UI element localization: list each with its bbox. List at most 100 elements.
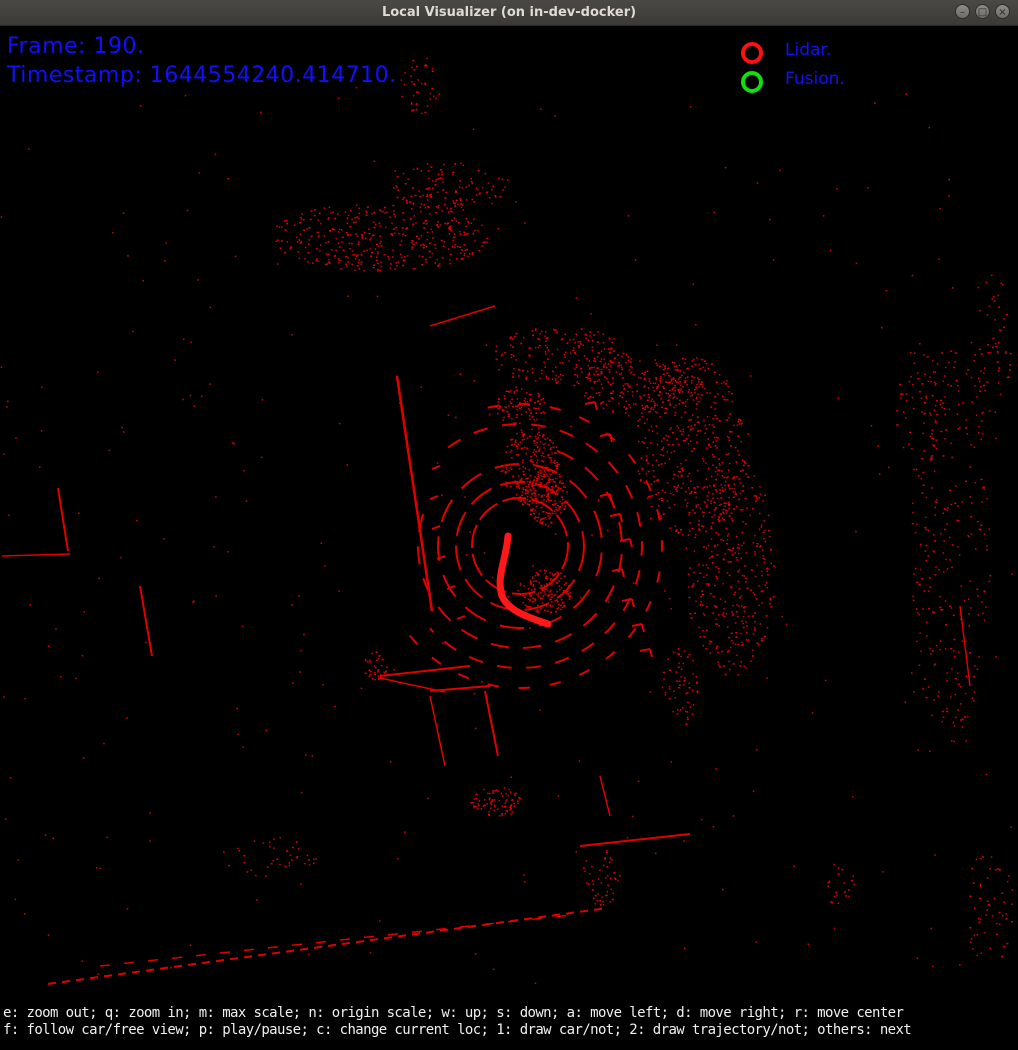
lidar-point (698, 529, 701, 531)
lidar-scene[interactable] (0, 26, 1018, 1050)
lidar-point (831, 901, 833, 904)
lidar-point (431, 70, 434, 72)
lidar-point (470, 802, 473, 804)
lidar-point (932, 438, 935, 440)
lidar-point (687, 716, 689, 719)
lidar-point (483, 799, 486, 801)
lidar-point (516, 445, 519, 447)
lidar-point (736, 559, 739, 561)
lidar-point (526, 447, 529, 450)
lidar-point (562, 482, 564, 485)
lidar-point (559, 501, 561, 503)
lidar-point (1006, 880, 1009, 883)
lidar-point (760, 545, 762, 547)
lidar-point (675, 365, 678, 367)
lidar-point (716, 645, 719, 648)
lidar-point (550, 499, 553, 502)
lidar-point (948, 536, 951, 539)
lidar-point (426, 238, 428, 241)
lidar-point (540, 597, 543, 599)
lidar-segment (369, 938, 379, 942)
lidar-point (477, 229, 479, 232)
lidar-point (361, 237, 364, 239)
lidar-point (469, 531, 471, 533)
lidar-point (976, 396, 978, 398)
lidar-point (955, 716, 957, 719)
lidar-point (189, 944, 192, 946)
lidar-point (534, 495, 537, 497)
lidar-point (916, 640, 918, 643)
lidar-point (378, 222, 381, 225)
lidar-point (535, 505, 538, 507)
lidar-point (709, 485, 711, 487)
lidar-point (693, 571, 695, 574)
lidar-point (458, 246, 461, 248)
lidar-point (338, 97, 340, 100)
lidar-point (529, 481, 531, 483)
lidar-point (706, 392, 708, 394)
lidar-point (912, 595, 914, 598)
lidar-point (426, 194, 429, 196)
lidar-point (761, 639, 763, 642)
lidar-point (353, 254, 356, 256)
lidar-point (531, 589, 533, 591)
lidar-point (684, 491, 687, 493)
lidar-point (404, 255, 406, 258)
lidar-point (475, 805, 477, 808)
lidar-point (918, 664, 921, 666)
lidar-point (424, 258, 427, 261)
lidar-point (268, 841, 271, 844)
lidar-point (522, 436, 524, 438)
lidar-point (547, 515, 550, 517)
lidar-point (464, 496, 466, 498)
lidar-point (315, 258, 318, 260)
lidar-point (946, 509, 949, 512)
lidar-point (655, 377, 657, 379)
lidar-point (667, 658, 669, 660)
lidar-point (300, 240, 303, 243)
lidar-point (410, 218, 412, 220)
lidar-point (17, 859, 19, 861)
lidar-point (769, 535, 771, 538)
lidar-point (428, 177, 430, 180)
lidar-point (575, 297, 578, 299)
lidar-point (643, 374, 645, 376)
lidar-point (522, 466, 524, 468)
lidar-point (552, 605, 554, 607)
lidar-point (704, 387, 706, 390)
lidar-point (630, 361, 632, 363)
lidar-point (716, 623, 719, 625)
lidar-point (561, 498, 564, 501)
lidar-point (576, 374, 579, 377)
lidar-point (522, 601, 524, 604)
lidar-point (313, 214, 316, 217)
lidar-point (958, 403, 960, 406)
visualizer-canvas[interactable]: Frame: 190. Timestamp: 1644554240.414710… (0, 26, 1018, 1050)
lidar-point (308, 239, 310, 241)
lidar-point (452, 200, 454, 202)
minimize-icon[interactable]: – (955, 4, 970, 19)
lidar-point (936, 644, 938, 647)
lidar-point (758, 528, 761, 530)
lidar-point (314, 209, 316, 211)
lidar-point (555, 512, 557, 515)
lidar-point (732, 491, 735, 493)
lidar-point (944, 600, 947, 602)
close-icon[interactable]: × (995, 4, 1010, 19)
lidar-point (702, 612, 705, 615)
maximize-icon[interactable]: □ (975, 4, 990, 19)
lidar-point (724, 484, 726, 487)
lidar-point (403, 196, 406, 199)
lidar-point (317, 260, 319, 262)
lidar-point (522, 470, 525, 473)
lidar-point (764, 494, 767, 497)
lidar-point (555, 366, 557, 368)
lidar-point (1002, 914, 1004, 917)
lidar-point (325, 242, 327, 244)
lidar-point (607, 381, 610, 383)
lidar-point (579, 340, 582, 343)
lidar-point (561, 602, 564, 604)
lidar-point (554, 500, 556, 502)
lidar-point (526, 496, 529, 498)
lidar-point (677, 666, 680, 668)
